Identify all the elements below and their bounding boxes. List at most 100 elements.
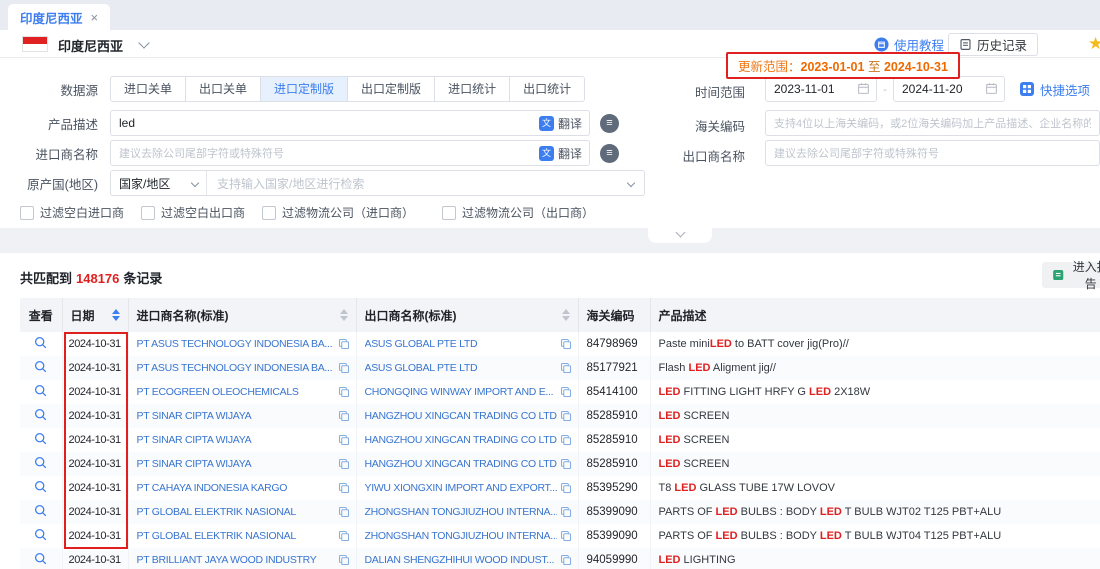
importer-link[interactable]: PT SINAR CIPTA WIJAYA [137,410,335,422]
importer-link[interactable]: PT GLOBAL ELEKTRIK NASIONAL [137,530,335,542]
exporter-link[interactable]: CHONGQING WINWAY IMPORT AND E... [365,386,557,398]
hs-code-cell: 85177921 [578,356,650,380]
copy-icon[interactable] [560,434,574,446]
date-cell: 2024-10-31 [62,356,128,380]
col-header-importer[interactable]: 进口商名称(标准) [128,298,356,332]
exporter-name-label: 出口商名称 [0,146,755,165]
copy-icon[interactable] [560,338,574,350]
copy-icon[interactable] [338,386,352,398]
sort-icon-exporter[interactable] [562,309,570,321]
exporter-link[interactable]: HANGZHOU XINGCAN TRADING CO LTD [365,410,557,422]
exporter-name-input[interactable] [765,140,1100,166]
col-header-date[interactable]: 日期 [62,298,128,332]
copy-icon[interactable] [338,554,352,566]
product-cell: LED SCREEN [650,428,1100,452]
copy-icon[interactable] [560,458,574,470]
copy-icon[interactable] [338,434,352,446]
favorite-star-icon[interactable]: ★ [1088,34,1100,54]
copy-icon[interactable] [338,530,352,542]
copy-icon[interactable] [560,410,574,422]
table-row: 2024-10-31PT ASUS TECHNOLOGY INDONESIA B… [20,332,1100,356]
chevron-down-icon[interactable] [138,37,149,48]
date-range-dash: - [883,82,887,96]
hs-code-cell: 85285910 [578,404,650,428]
view-detail-icon[interactable] [34,504,47,517]
date-cell: 2024-10-31 [62,380,128,404]
importer-cell: PT SINAR CIPTA WIJAYA [128,428,356,452]
view-detail-icon[interactable] [34,456,47,469]
copy-icon[interactable] [338,506,352,518]
view-cell [20,524,62,548]
importer-link[interactable]: PT GLOBAL ELEKTRIK NASIONAL [137,506,335,518]
exporter-link[interactable]: HANGZHOU XINGCAN TRADING CO LTD [365,458,557,470]
copy-icon[interactable] [560,362,574,374]
importer-link[interactable]: PT ASUS TECHNOLOGY INDONESIA BA... [137,338,335,350]
tab-indonesia[interactable]: 印度尼西亚 × [8,4,110,30]
exporter-cell: ASUS GLOBAL PTE LTD [356,356,578,380]
indonesia-flag-icon [22,36,48,52]
update-range-from: 2023-01-01 [801,60,865,74]
checkbox-filter-logistics-exporter[interactable]: 过滤物流公司（出口商） [442,204,594,221]
exporter-link[interactable]: HANGZHOU XINGCAN TRADING CO LTD [365,434,557,446]
exporter-link[interactable]: ZHONGSHAN TONGJIUZHOU INTERNA... [365,506,557,518]
checkbox-filter-blank-exporter[interactable]: 过滤空白出口商 [141,204,245,221]
checkbox-icon [20,206,34,220]
importer-link[interactable]: PT SINAR CIPTA WIJAYA [137,434,335,446]
copy-icon[interactable] [560,386,574,398]
calendar-icon[interactable] [857,82,870,98]
view-detail-icon[interactable] [34,360,47,373]
origin-country-control[interactable]: 国家/地区 支持输入国家/地区进行检索 [110,170,645,196]
table-row: 2024-10-31PT SINAR CIPTA WIJAYAHANGZHOU … [20,452,1100,476]
sort-icon-date[interactable] [112,309,120,321]
country-selector-label[interactable]: 印度尼西亚 [58,36,123,55]
copy-icon[interactable] [338,410,352,422]
view-detail-icon[interactable] [34,552,47,565]
exporter-link[interactable]: ZHONGSHAN TONGJIUZHOU INTERNA... [365,530,557,542]
quick-options-button[interactable]: 快捷选项 [1019,80,1090,99]
hs-code-input[interactable] [765,110,1100,136]
copy-icon[interactable] [338,362,352,374]
copy-icon[interactable] [338,338,352,350]
collapse-panel-handle[interactable] [648,228,712,243]
view-detail-icon[interactable] [34,408,47,421]
copy-icon[interactable] [560,554,574,566]
importer-link[interactable]: PT BRILLIANT JAYA WOOD INDUSTRY [137,554,335,566]
importer-link[interactable]: PT ECOGREEN OLEOCHEMICALS [137,386,335,398]
importer-link[interactable]: PT ASUS TECHNOLOGY INDONESIA BA... [137,362,335,374]
col-header-product: 产品描述 [650,298,1100,332]
exporter-cell: YIWU XIONGXIN IMPORT AND EXPORT... [356,476,578,500]
view-detail-icon[interactable] [34,528,47,541]
importer-cell: PT ASUS TECHNOLOGY INDONESIA BA... [128,356,356,380]
col-header-view: 查看 [20,298,62,332]
filter-checkbox-row: 过滤空白进口商 过滤空白出口商 过滤物流公司（进口商） 过滤物流公司（出口商） [20,204,611,221]
exporter-cell: ASUS GLOBAL PTE LTD [356,332,578,356]
enter-report-button[interactable]: 进入报告 [1042,262,1100,288]
col-header-exporter[interactable]: 出口商名称(标准) [356,298,578,332]
tab-close-icon[interactable]: × [91,10,99,25]
view-detail-icon[interactable] [34,480,47,493]
copy-icon[interactable] [338,458,352,470]
sort-icon-importer[interactable] [340,309,348,321]
checkbox-filter-blank-importer[interactable]: 过滤空白进口商 [20,204,124,221]
copy-icon[interactable] [338,482,352,494]
origin-country-select[interactable]: 国家/地区 [111,171,207,195]
view-detail-icon[interactable] [34,432,47,445]
view-detail-icon[interactable] [34,336,47,349]
copy-icon[interactable] [560,506,574,518]
history-button[interactable]: 历史记录 [948,33,1038,56]
copy-icon[interactable] [560,530,574,542]
exporter-link[interactable]: DALIAN SHENGZHIHUI WOOD INDUST... [365,554,557,566]
importer-link[interactable]: PT SINAR CIPTA WIJAYA [137,458,335,470]
copy-icon[interactable] [560,482,574,494]
hs-code-cell: 85399090 [578,500,650,524]
checkbox-filter-logistics-importer[interactable]: 过滤物流公司（进口商） [262,204,414,221]
importer-link[interactable]: PT CAHAYA INDONESIA KARGO [137,482,335,494]
exporter-link[interactable]: ASUS GLOBAL PTE LTD [365,338,557,350]
exporter-link[interactable]: ASUS GLOBAL PTE LTD [365,362,557,374]
view-detail-icon[interactable] [34,384,47,397]
exporter-link[interactable]: YIWU XIONGXIN IMPORT AND EXPORT... [365,482,557,494]
table-row: 2024-10-31 PT ASUS TECHNOLOGY INDONESIA B… [20,356,1100,380]
view-cell [20,476,62,500]
calendar-icon[interactable] [985,82,998,98]
checkbox-icon [262,206,276,220]
